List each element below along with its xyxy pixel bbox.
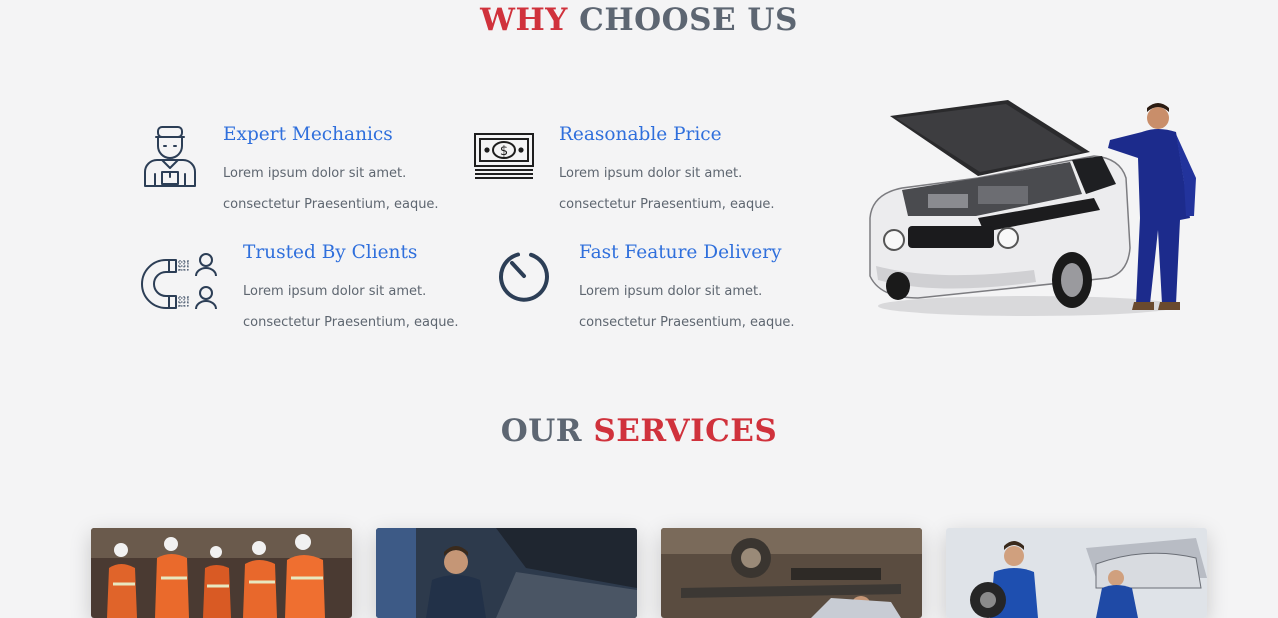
- feature-expert-mechanics: Expert Mechanics Lorem ipsum dolor sit a…: [140, 124, 450, 219]
- why-choose-us-title: WHY CHOOSE US: [0, 2, 1278, 38]
- title-accent: SERVICES: [593, 413, 778, 449]
- feature-reasonable-price: $ Reasonable Price Lorem ipsum dolor sit…: [472, 124, 782, 219]
- feature-text-line2: consectetur Praesentium, eaque.: [223, 197, 439, 212]
- feature-fast-delivery: Fast Feature Delivery Lorem ipsum dolor …: [496, 242, 816, 337]
- title-rest: CHOOSE US: [579, 2, 798, 38]
- timer-icon: [499, 252, 549, 302]
- title-rest: OUR: [500, 413, 583, 449]
- feature-title: Fast Feature Delivery: [579, 242, 782, 263]
- feature-trusted-by-clients: Trusted By Clients Lorem ipsum dolor sit…: [140, 242, 460, 337]
- car-mechanic-image: [869, 100, 1196, 316]
- title-accent: WHY: [480, 2, 568, 38]
- feature-text-line2: consectetur Praesentium, eaque.: [243, 315, 459, 330]
- feature-text-line2: consectetur Praesentium, eaque.: [579, 315, 795, 330]
- money-icon: $: [474, 133, 534, 179]
- feature-text-line1: Lorem ipsum dolor sit amet.: [243, 284, 427, 299]
- feature-title: Expert Mechanics: [223, 124, 393, 145]
- feature-title: Reasonable Price: [559, 124, 722, 145]
- feature-text-line1: Lorem ipsum dolor sit amet.: [559, 166, 743, 181]
- magnet-clients-icon: [141, 253, 217, 310]
- our-services-title: OUR SERVICES: [0, 413, 1278, 449]
- svg-text:$: $: [500, 144, 508, 159]
- feature-text-line2: consectetur Praesentium, eaque.: [559, 197, 775, 212]
- mechanic-icon: [144, 126, 196, 187]
- feature-title: Trusted By Clients: [243, 242, 418, 263]
- feature-text-line1: Lorem ipsum dolor sit amet.: [579, 284, 763, 299]
- feature-text-line1: Lorem ipsum dolor sit amet.: [223, 166, 407, 181]
